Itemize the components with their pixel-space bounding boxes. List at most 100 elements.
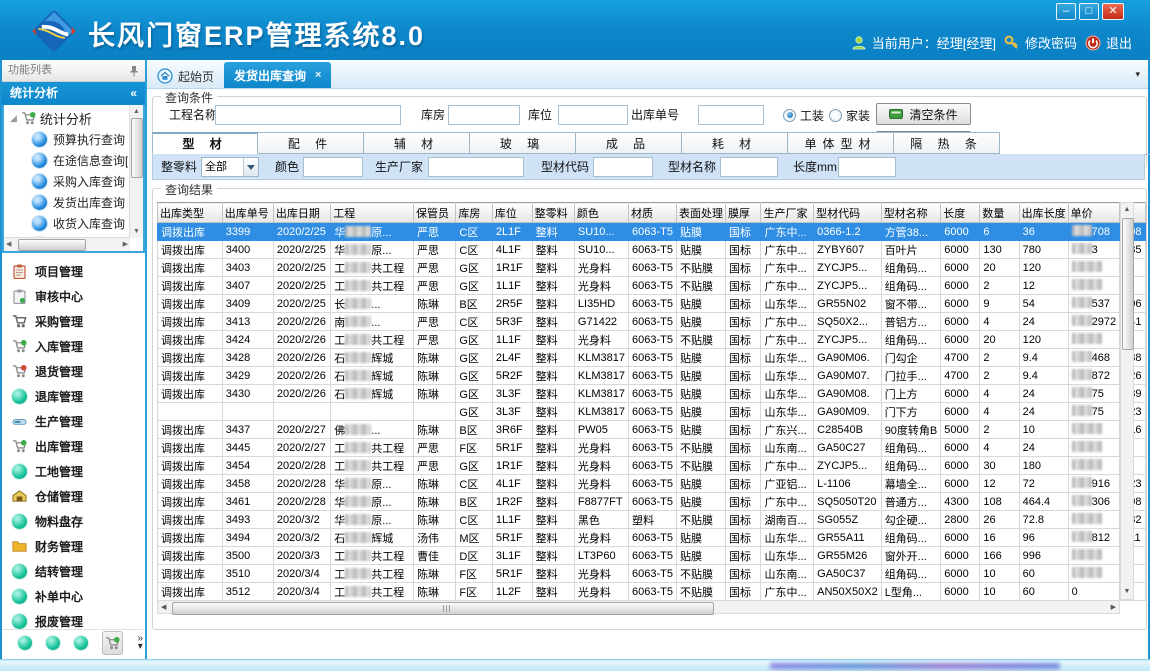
tree-item[interactable]: 预算执行查询 bbox=[6, 129, 128, 150]
scroll-right-icon[interactable]: ▶ bbox=[123, 238, 128, 251]
radio-gongzhuang[interactable]: 工装 bbox=[783, 105, 824, 125]
grid-vertical-scrollbar[interactable]: ▲ ▼ bbox=[1120, 202, 1134, 600]
toolbar-dot-icon[interactable] bbox=[46, 636, 60, 650]
column-header[interactable]: 数量 bbox=[980, 203, 1019, 223]
table-row[interactable]: 调拨出库34282020/2/26石辉城陈琳G区2L4F整料KLM3817606… bbox=[158, 349, 1146, 367]
scroll-left-icon[interactable]: ◀ bbox=[6, 238, 11, 251]
change-password-button[interactable]: 修改密码 bbox=[1004, 33, 1077, 52]
sidebar-item-审核中心[interactable]: 审核中心 bbox=[2, 284, 145, 309]
table-row[interactable]: 调拨出库34612020/2/28华原...陈琳B区1R2F整料F8877FT6… bbox=[158, 493, 1146, 511]
scroll-down-icon[interactable]: ▼ bbox=[1121, 585, 1133, 599]
material-tab[interactable]: 玻 璃 bbox=[470, 132, 576, 154]
table-row[interactable]: 调拨出库35122020/3/4工共工程陈琳F区1L2F整料光身料6063-T5… bbox=[158, 583, 1146, 601]
tree-expander-icon[interactable]: ◢ bbox=[10, 113, 17, 124]
material-tab[interactable]: 单体型材 bbox=[788, 132, 894, 154]
maker-input[interactable] bbox=[428, 157, 524, 177]
sidebar-item-仓储管理[interactable]: 仓储管理 bbox=[2, 484, 145, 509]
color-input[interactable] bbox=[303, 157, 363, 177]
length-input[interactable] bbox=[838, 157, 896, 177]
sidebar-item-采购管理[interactable]: 采购管理 bbox=[2, 309, 145, 334]
project-name-input[interactable] bbox=[215, 105, 401, 125]
logout-button[interactable]: 退出 bbox=[1085, 33, 1132, 52]
column-header[interactable]: 出库长度 bbox=[1019, 203, 1068, 223]
table-row[interactable]: 调拨出库35102020/3/4工共工程陈琳F区5R1F整料光身料6063-T5… bbox=[158, 565, 1146, 583]
sidebar-item-工地管理[interactable]: 工地管理 bbox=[2, 459, 145, 484]
profile-name-input[interactable] bbox=[720, 157, 778, 177]
table-row[interactable]: 调拨出库34072020/2/25工共工程严思G区1L1F整料光身料6063-T… bbox=[158, 277, 1146, 295]
whole-part-select[interactable]: 全部 bbox=[201, 157, 259, 177]
scroll-right-icon[interactable]: ▶ bbox=[1111, 601, 1116, 615]
close-button[interactable]: ✕ bbox=[1102, 3, 1124, 20]
column-header[interactable]: 型材代码 bbox=[814, 203, 882, 223]
table-row[interactable]: 调拨出库34302020/2/26石辉城陈琳G区3L3F整料KLM3817606… bbox=[158, 385, 1146, 403]
column-header[interactable]: 库房 bbox=[456, 203, 492, 223]
tab-list-caret-icon[interactable]: ▾ bbox=[1135, 69, 1140, 80]
pin-icon[interactable] bbox=[129, 65, 139, 77]
table-row[interactable]: 调拨出库34002020/2/25华原...严思C区4L1F整料SU10...6… bbox=[158, 241, 1146, 259]
table-row[interactable]: 调拨出库34542020/2/28工共工程严思G区1R1F整料光身料6063-T… bbox=[158, 457, 1146, 475]
table-row[interactable]: 调拨出库34032020/2/25工共工程严思G区1R1F整料光身料6063-T… bbox=[158, 259, 1146, 277]
order-no-input[interactable] bbox=[698, 105, 764, 125]
table-row[interactable]: 调拨出库34452020/2/27工共工程严思F区5R1F整料光身料6063-T… bbox=[158, 439, 1146, 457]
location-input[interactable] bbox=[558, 105, 628, 125]
table-row[interactable]: 调拨出库34932020/3/2华原...陈琳C区1L1F整料黑色塑料不贴膜国标… bbox=[158, 511, 1146, 529]
column-header[interactable]: 保管员 bbox=[414, 203, 456, 223]
tab-close-icon[interactable]: × bbox=[315, 69, 321, 81]
tree-item[interactable]: 收货入库查询 bbox=[6, 213, 128, 234]
maximize-button[interactable]: □ bbox=[1079, 3, 1099, 20]
sidebar-item-入库管理[interactable]: 入库管理 bbox=[2, 334, 145, 359]
material-tab[interactable]: 配 件 bbox=[258, 132, 364, 154]
sidebar-item-财务管理[interactable]: 财务管理 bbox=[2, 534, 145, 559]
scroll-up-icon[interactable]: ▲ bbox=[1121, 203, 1133, 217]
material-tab[interactable]: 型 材 bbox=[152, 132, 258, 154]
material-tab[interactable]: 耗 材 bbox=[682, 132, 788, 154]
table-row[interactable]: G区3L3F整料KLM38176063-T5贴膜国标山东华...GA90M09.… bbox=[158, 403, 1146, 421]
column-header[interactable]: 整零料 bbox=[532, 203, 574, 223]
warehouse-input[interactable] bbox=[448, 105, 520, 125]
radio-jiazhuang[interactable]: 家装 bbox=[829, 105, 870, 125]
toolbar-dot-icon[interactable] bbox=[74, 636, 88, 650]
toolbar-cart-button[interactable] bbox=[102, 631, 123, 655]
tree-horizontal-scrollbar[interactable]: ◀ ▶ bbox=[4, 237, 130, 251]
scroll-down-icon[interactable]: ▼ bbox=[130, 225, 143, 238]
tree-item[interactable]: 采购入库查询 bbox=[6, 171, 128, 192]
material-tab[interactable]: 隔 热 条 bbox=[894, 132, 1000, 154]
table-row[interactable]: 调拨出库33992020/2/25华原...严思C区2L1F整料SU10...6… bbox=[158, 223, 1146, 241]
sidebar-item-结转管理[interactable]: 结转管理 bbox=[2, 559, 145, 584]
material-tab[interactable]: 成 品 bbox=[576, 132, 682, 154]
sidebar-item-项目管理[interactable]: 项目管理 bbox=[2, 259, 145, 284]
column-header[interactable]: 出库单号 bbox=[222, 203, 273, 223]
table-row[interactable]: 调拨出库34132020/2/26南...严思C区5R3F整料G71422606… bbox=[158, 313, 1146, 331]
table-row[interactable]: 调拨出库34942020/3/2石辉城汤伟M区5R1F整料光身料6063-T5贴… bbox=[158, 529, 1146, 547]
sidebar-item-退库管理[interactable]: 退库管理 bbox=[2, 384, 145, 409]
scroll-left-icon[interactable]: ◀ bbox=[161, 601, 166, 615]
grid-horizontal-scrollbar[interactable]: ◀ ▶ bbox=[157, 600, 1120, 614]
table-row[interactable]: 调拨出库34292020/2/26石辉城陈琳G区5R2F整料KLM3817606… bbox=[158, 367, 1146, 385]
column-header[interactable]: 表面处理 bbox=[676, 203, 725, 223]
column-header[interactable]: 膜厚 bbox=[725, 203, 761, 223]
sidebar-section-header[interactable]: 统计分析 « bbox=[2, 82, 145, 105]
column-header[interactable]: 工程 bbox=[331, 203, 414, 223]
collapse-icon[interactable]: « bbox=[130, 82, 137, 105]
column-header[interactable]: 出库日期 bbox=[273, 203, 330, 223]
column-header[interactable]: 库位 bbox=[492, 203, 532, 223]
column-header[interactable]: 出库类型 bbox=[158, 203, 223, 223]
column-header[interactable]: 颜色 bbox=[574, 203, 628, 223]
tree-item[interactable]: 在途信息查询[待 bbox=[6, 150, 128, 171]
column-header[interactable]: 长度 bbox=[941, 203, 980, 223]
tree-vertical-scrollbar[interactable]: ▲ ▼ bbox=[129, 105, 143, 238]
sidebar-item-出库管理[interactable]: 出库管理 bbox=[2, 434, 145, 459]
sidebar-item-补单中心[interactable]: 补单中心 bbox=[2, 584, 145, 609]
column-header[interactable]: 生产厂家 bbox=[761, 203, 814, 223]
material-tab[interactable]: 辅 材 bbox=[364, 132, 470, 154]
dropdown-arrow-icon[interactable] bbox=[243, 158, 258, 176]
scroll-up-icon[interactable]: ▲ bbox=[130, 105, 143, 118]
clear-conditions-button[interactable]: 清空条件 bbox=[876, 103, 971, 125]
sidebar-item-物料盘存[interactable]: 物料盘存 bbox=[2, 509, 145, 534]
table-row[interactable]: 调拨出库35002020/3/3工共工程曹佳D区3L1F整料LT3P606063… bbox=[158, 547, 1146, 565]
sidebar-item-生产管理[interactable]: 生产管理 bbox=[2, 409, 145, 434]
tab-shipping-outbound-query[interactable]: 发货出库查询 × bbox=[224, 62, 331, 88]
tab-home[interactable]: 起始页 bbox=[147, 64, 224, 88]
table-row[interactable]: 调拨出库34242020/2/26工共工程严思G区1L1F整料光身料6063-T… bbox=[158, 331, 1146, 349]
table-row[interactable]: 调拨出库34372020/2/27佛...陈琳B区3R6F整料PW056063-… bbox=[158, 421, 1146, 439]
